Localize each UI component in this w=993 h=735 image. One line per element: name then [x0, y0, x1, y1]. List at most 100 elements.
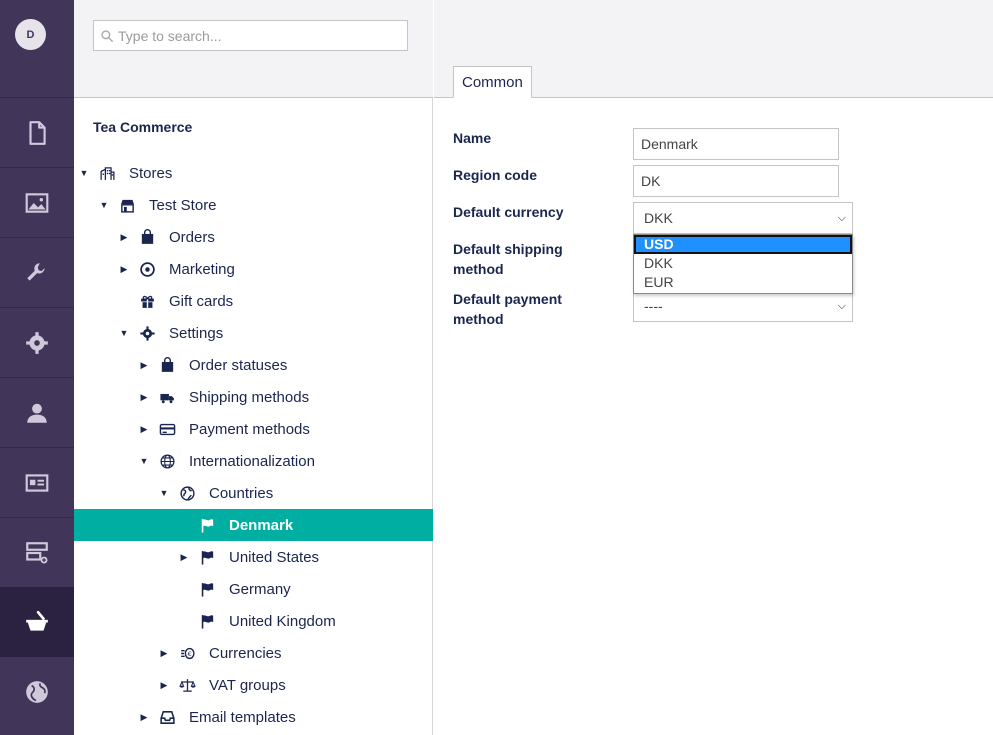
tree-item-test-store[interactable]: ▼ Test Store — [74, 189, 433, 221]
currency-option-usd[interactable]: USD — [634, 235, 852, 254]
rail-item-translation[interactable] — [0, 657, 74, 727]
caret-right-icon[interactable]: ▶ — [119, 232, 129, 242]
region-code-field[interactable]: DK — [633, 165, 839, 197]
tree-search-input[interactable] — [118, 27, 398, 44]
credit-card-icon — [157, 419, 177, 439]
svg-text:€: € — [187, 649, 191, 657]
default-shipping-method-label: Default shipping method — [453, 241, 563, 277]
caret-right-icon[interactable]: ▶ — [139, 424, 149, 434]
chevron-down-icon: ⌵ — [837, 299, 846, 312]
tree-item-gift-cards[interactable]: Gift cards — [74, 285, 433, 317]
caret-right-icon[interactable]: ▶ — [139, 712, 149, 722]
tree-item-label: Settings — [169, 324, 224, 342]
tree-item-orders[interactable]: ▶ Orders — [74, 221, 433, 253]
tree-item-internationalization[interactable]: ▼ Internationalization — [74, 445, 433, 477]
tree-item-label: Denmark — [229, 516, 294, 534]
name-label: Name — [453, 130, 492, 146]
inbox-icon — [157, 707, 177, 727]
flag-icon — [197, 579, 217, 599]
tree-item-label: Test Store — [149, 196, 217, 214]
tree-item-label: Order statuses — [189, 356, 288, 374]
media-icon — [25, 193, 49, 213]
caret-down-icon[interactable]: ▼ — [159, 488, 169, 498]
caret-right-icon[interactable]: ▶ — [119, 264, 129, 274]
flag-icon — [197, 547, 217, 567]
tree-search-box[interactable] — [93, 20, 408, 51]
editor-header: Common — [434, 0, 993, 98]
earth-icon — [177, 483, 197, 503]
tree-search-header — [74, 0, 433, 98]
rail-item-developer[interactable] — [0, 308, 74, 378]
marketing-target-icon — [137, 259, 157, 279]
tree-item-settings[interactable]: ▼ Settings — [74, 317, 433, 349]
tree-item-countries[interactable]: ▼ Countries — [74, 477, 433, 509]
rail-item-settings[interactable] — [0, 238, 74, 308]
default-payment-method-select[interactable]: ---- ⌵ — [633, 290, 853, 322]
currency-option-dkk[interactable]: DKK — [634, 254, 852, 273]
orders-bag-icon — [137, 227, 157, 247]
gear-icon — [26, 332, 48, 354]
truck-icon — [157, 387, 177, 407]
caret-right-icon[interactable]: ▶ — [179, 552, 189, 562]
caret-down-icon[interactable]: ▼ — [139, 456, 149, 466]
scales-icon — [177, 675, 197, 695]
tree-item-label: VAT groups — [209, 676, 286, 694]
tree-item-shipping-methods[interactable]: ▶ Shipping methods — [74, 381, 433, 413]
tree-item-label: Internationalization — [189, 452, 315, 470]
stores-building-icon — [97, 163, 117, 183]
default-payment-method-value: ---- — [644, 298, 663, 314]
tree-item-label: Payment methods — [189, 420, 310, 438]
tree-item-vat-groups[interactable]: ▶ VAT groups — [74, 669, 433, 701]
caret-down-icon[interactable]: ▼ — [119, 328, 129, 338]
caret-down-icon[interactable]: ▼ — [99, 200, 109, 210]
default-currency-select[interactable]: DKK ⌵ — [633, 202, 853, 234]
tree-item-label: United Kingdom — [229, 612, 336, 630]
tree-item-label: Email templates — [189, 708, 296, 726]
tree-item-label: Countries — [209, 484, 274, 502]
settings-gear-icon — [137, 323, 157, 343]
settings-wrench-icon — [27, 263, 45, 281]
rail-item-members[interactable] — [0, 448, 74, 518]
caret-right-icon[interactable]: ▶ — [139, 360, 149, 370]
tree-item-order-statuses[interactable]: ▶ Order statuses — [74, 349, 433, 381]
caret-right-icon[interactable]: ▶ — [159, 680, 169, 690]
rail-item-forms[interactable] — [0, 518, 74, 588]
tree-item-label: Stores — [129, 164, 173, 182]
order-status-bag-icon — [157, 355, 177, 375]
tree-panel: Tea Commerce ▼ Stores ▼ Test Store ▶ Orders ▶ M… — [74, 0, 433, 735]
caret-spacer — [119, 296, 129, 306]
tree-section-title: Tea Commerce — [93, 119, 193, 135]
tree-item-united-kingdom[interactable]: United Kingdom — [74, 605, 433, 637]
globe-icon — [26, 681, 48, 703]
tree-item-united-states[interactable]: ▶ United States — [74, 541, 433, 573]
caret-right-icon[interactable]: ▶ — [139, 392, 149, 402]
name-field[interactable]: Denmark — [633, 128, 839, 160]
members-card-icon — [25, 474, 49, 492]
tree-item-marketing[interactable]: ▶ Marketing — [74, 253, 433, 285]
gift-icon — [137, 291, 157, 311]
store-icon — [117, 195, 137, 215]
tab-common[interactable]: Common — [453, 66, 532, 98]
forms-icon — [26, 542, 48, 564]
caret-spacer — [179, 584, 189, 594]
tree-item-germany[interactable]: Germany — [74, 573, 433, 605]
rail-item-users[interactable] — [0, 378, 74, 448]
rail-item-content[interactable] — [0, 98, 74, 168]
tree-item-label: United States — [229, 548, 320, 566]
tree-item-email-templates[interactable]: ▶ Email templates — [74, 701, 433, 733]
caret-right-icon[interactable]: ▶ — [159, 648, 169, 658]
rail-item-media[interactable] — [0, 168, 74, 238]
tree-item-stores[interactable]: ▼ Stores — [74, 157, 433, 189]
tree-item-currencies[interactable]: ▶ € Currencies — [74, 637, 433, 669]
tree-item-label: Gift cards — [169, 292, 234, 310]
user-avatar[interactable]: D — [15, 19, 46, 50]
tree-item-payment-methods[interactable]: ▶ Payment methods — [74, 413, 433, 445]
rail-item-commerce[interactable] — [0, 587, 74, 657]
currency-option-eur[interactable]: EUR — [634, 273, 852, 292]
tree-item-denmark[interactable]: Denmark — [74, 509, 433, 541]
caret-spacer — [179, 616, 189, 626]
chevron-down-icon: ⌵ — [837, 211, 846, 224]
caret-down-icon[interactable]: ▼ — [79, 168, 89, 178]
default-payment-method-label: Default payment method — [453, 291, 562, 327]
flag-icon — [197, 611, 217, 631]
